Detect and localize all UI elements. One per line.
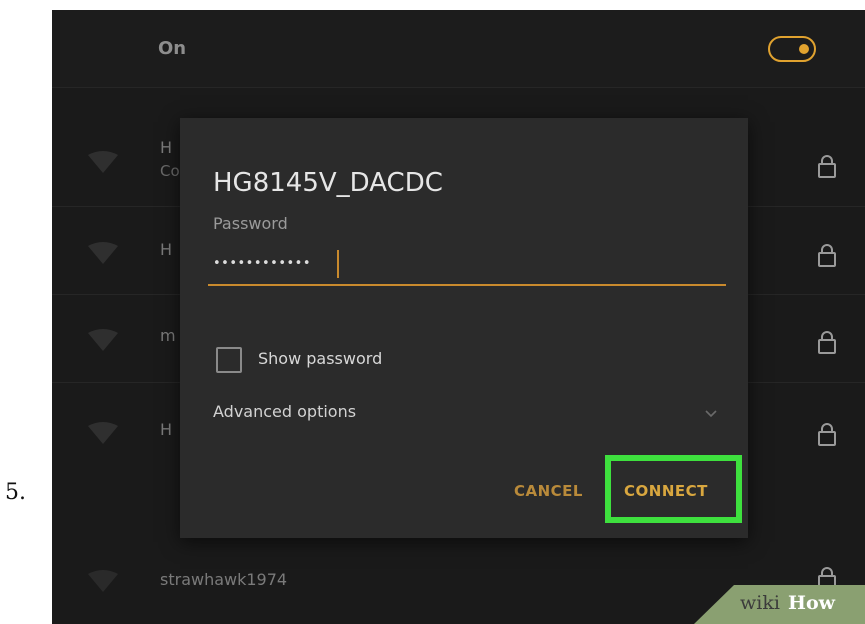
lock-icon <box>818 423 836 446</box>
chevron-down-icon[interactable] <box>704 406 718 420</box>
wifi-toggle-label: On <box>158 38 187 59</box>
lock-icon <box>818 331 836 354</box>
text-caret <box>337 250 339 278</box>
toggle-knob <box>799 44 809 54</box>
lock-icon <box>818 244 836 267</box>
wifi-icon <box>88 242 118 264</box>
password-label: Password <box>213 214 288 233</box>
watermark-wiki: wiki <box>740 592 780 614</box>
wifi-icon <box>88 329 118 351</box>
network-name: H <box>160 420 173 439</box>
password-input[interactable]: •••••••••••• <box>208 246 726 286</box>
network-name: H <box>160 138 173 157</box>
wifi-icon <box>88 422 118 444</box>
lock-icon <box>818 155 836 178</box>
advanced-options-label[interactable]: Advanced options <box>213 402 356 421</box>
show-password-label[interactable]: Show password <box>258 349 382 368</box>
password-value: •••••••••••• <box>213 256 312 271</box>
network-status: Co <box>160 162 180 180</box>
wifi-icon <box>88 151 118 173</box>
wifi-icon <box>88 570 118 592</box>
wifi-password-dialog: HG8145V_DACDC Password •••••••••••• Show… <box>180 118 748 538</box>
cancel-button[interactable]: CANCEL <box>514 482 583 500</box>
show-password-checkbox[interactable] <box>216 347 242 373</box>
dialog-title: HG8145V_DACDC <box>213 168 443 198</box>
connect-button[interactable]: CONNECT <box>624 482 708 500</box>
divider <box>52 87 865 88</box>
wifi-settings-screen: On H Co H m H strawhawk1974 HG8145V_DACD… <box>52 10 865 624</box>
wifi-toggle-switch[interactable] <box>768 36 816 62</box>
network-name: H <box>160 240 173 259</box>
wifi-toggle-row[interactable]: On <box>52 10 865 87</box>
network-name: strawhawk1974 <box>160 570 288 589</box>
network-name: m <box>160 326 176 345</box>
watermark-how: How <box>788 592 835 614</box>
step-number: 5. <box>5 480 26 505</box>
